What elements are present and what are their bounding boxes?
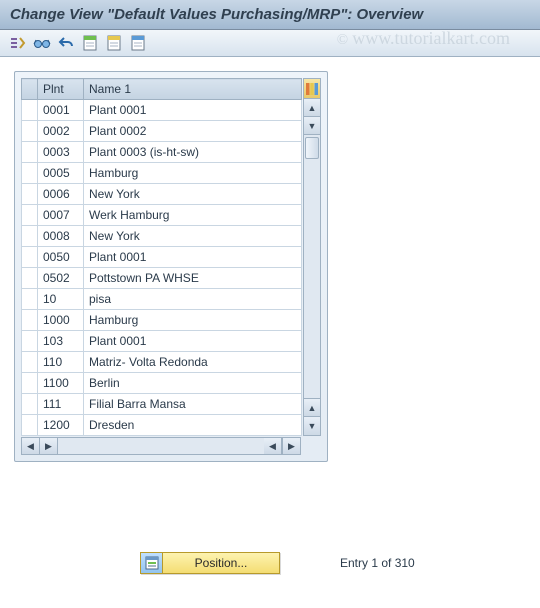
column-header-plnt[interactable]: Plnt [38,79,84,100]
row-selector[interactable] [22,352,38,373]
table-row[interactable]: 1100Berlin [22,373,302,394]
scroll-left-icon[interactable]: ◀ [22,438,40,454]
scroll-down-icon[interactable]: ▼ [304,417,320,435]
cell-plnt[interactable]: 10 [38,289,84,310]
cell-plnt[interactable]: 0050 [38,247,84,268]
cell-plnt[interactable]: 0008 [38,226,84,247]
scroll-up-icon[interactable]: ▲ [304,99,320,117]
row-selector[interactable] [22,373,38,394]
row-selector[interactable] [22,268,38,289]
cell-name[interactable]: Werk Hamburg [84,205,302,226]
horizontal-scrollbar[interactable]: ◀ ▶ ◀ ▶ [21,437,301,455]
cell-name[interactable]: pisa [84,289,302,310]
row-selector[interactable] [22,205,38,226]
cell-plnt[interactable]: 0007 [38,205,84,226]
column-header-name[interactable]: Name 1 [84,79,302,100]
scroll-page-down-icon[interactable]: ▲ [304,399,320,417]
sheet-green-icon[interactable] [80,33,100,53]
table-row[interactable]: 0008New York [22,226,302,247]
table-row[interactable]: 1200Dresden [22,415,302,436]
toggle-icon[interactable] [8,33,28,53]
table-row[interactable]: 0502Pottstown PA WHSE [22,268,302,289]
table-row[interactable]: 10pisa [22,289,302,310]
cell-name[interactable]: Hamburg [84,163,302,184]
cell-name[interactable]: Plant 0001 [84,331,302,352]
main-area: Plnt Name 1 0001Plant 00010002Plant 0002… [0,57,540,462]
cell-plnt[interactable]: 110 [38,352,84,373]
table-row[interactable]: 111Filial Barra Mansa [22,394,302,415]
table-row[interactable]: 0006New York [22,184,302,205]
cell-name[interactable]: Plant 0003 (is-ht-sw) [84,142,302,163]
cell-name[interactable]: New York [84,226,302,247]
footer: Position... Entry 1 of 310 [0,552,540,574]
cell-name[interactable]: Hamburg [84,310,302,331]
cell-name[interactable]: Filial Barra Mansa [84,394,302,415]
scroll-right-icon[interactable]: ▶ [282,438,300,454]
row-selector[interactable] [22,331,38,352]
table-header-row: Plnt Name 1 [22,79,302,100]
configure-columns-icon[interactable] [304,79,320,99]
cell-name[interactable]: Matriz- Volta Redonda [84,352,302,373]
cell-plnt[interactable]: 0002 [38,121,84,142]
row-selector[interactable] [22,247,38,268]
hscroll-track[interactable] [58,438,264,454]
table-row[interactable]: 0002Plant 0002 [22,121,302,142]
table-row[interactable]: 0007Werk Hamburg [22,205,302,226]
cell-plnt[interactable]: 0006 [38,184,84,205]
cell-name[interactable]: Plant 0001 [84,247,302,268]
table-container: Plnt Name 1 0001Plant 00010002Plant 0002… [14,71,328,462]
cell-name[interactable]: Dresden [84,415,302,436]
cell-plnt[interactable]: 0502 [38,268,84,289]
table-row[interactable]: 1000Hamburg [22,310,302,331]
toolbar [0,30,540,57]
cell-plnt[interactable]: 103 [38,331,84,352]
cell-plnt[interactable]: 1100 [38,373,84,394]
cell-name[interactable]: New York [84,184,302,205]
position-button-label: Position... [163,556,279,570]
row-selector[interactable] [22,163,38,184]
cell-plnt[interactable]: 111 [38,394,84,415]
vertical-scrollbar[interactable]: ▲ ▼ ▲ ▼ [303,78,321,436]
sheet-yellow-icon[interactable] [104,33,124,53]
row-selector[interactable] [22,310,38,331]
cell-plnt[interactable]: 0005 [38,163,84,184]
scroll-track[interactable] [304,135,320,399]
sheet-blue-icon[interactable] [128,33,148,53]
cell-plnt[interactable]: 0001 [38,100,84,121]
row-selector[interactable] [22,415,38,436]
row-selector[interactable] [22,142,38,163]
table-row[interactable]: 0003Plant 0003 (is-ht-sw) [22,142,302,163]
data-table: Plnt Name 1 0001Plant 00010002Plant 0002… [21,78,302,436]
cell-plnt[interactable]: 1000 [38,310,84,331]
table-row[interactable]: 103Plant 0001 [22,331,302,352]
table-row[interactable]: 110Matriz- Volta Redonda [22,352,302,373]
row-selector[interactable] [22,226,38,247]
select-all-header[interactable] [22,79,38,100]
table-row[interactable]: 0005Hamburg [22,163,302,184]
cell-plnt[interactable]: 1200 [38,415,84,436]
row-selector[interactable] [22,394,38,415]
table-row[interactable]: 0001Plant 0001 [22,100,302,121]
scroll-page-up-icon[interactable]: ▼ [304,117,320,135]
entry-status: Entry 1 of 310 [340,556,415,570]
scroll-thumb[interactable] [305,137,319,159]
cell-name[interactable]: Plant 0002 [84,121,302,142]
scroll-page-right-icon[interactable]: ◀ [264,438,282,454]
page-title: Change View "Default Values Purchasing/M… [0,0,540,30]
position-button[interactable]: Position... [140,552,280,574]
row-selector[interactable] [22,289,38,310]
row-selector[interactable] [22,184,38,205]
cell-plnt[interactable]: 0003 [38,142,84,163]
glasses-icon[interactable] [32,33,52,53]
cell-name[interactable]: Pottstown PA WHSE [84,268,302,289]
cell-name[interactable]: Plant 0001 [84,100,302,121]
row-selector[interactable] [22,100,38,121]
position-icon [141,553,163,573]
scroll-page-left-icon[interactable]: ▶ [40,438,58,454]
table-row[interactable]: 0050Plant 0001 [22,247,302,268]
cell-name[interactable]: Berlin [84,373,302,394]
undo-icon[interactable] [56,33,76,53]
row-selector[interactable] [22,121,38,142]
